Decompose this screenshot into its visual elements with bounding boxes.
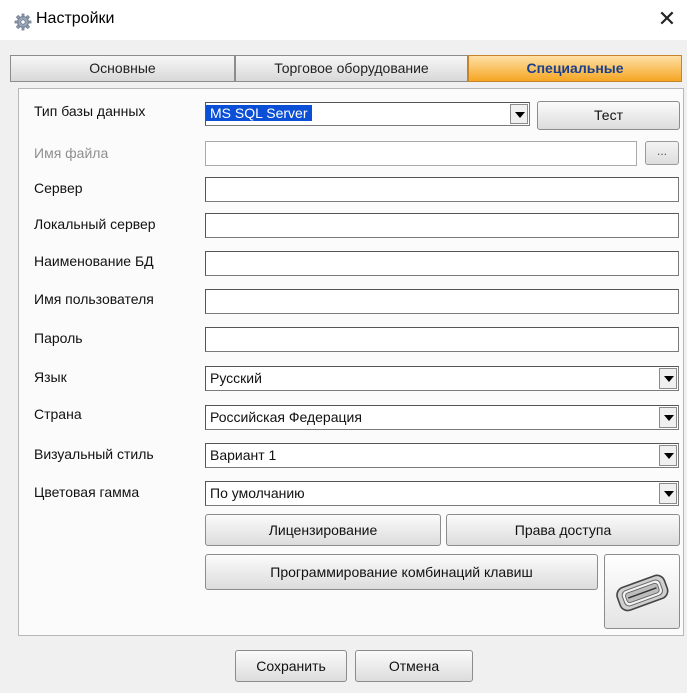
dropdown-arrow-icon[interactable] [659,368,677,389]
visual-style-label: Визуальный стиль [34,446,154,462]
language-label: Язык [34,369,67,385]
visual-style-select[interactable]: Вариант 1 [205,443,679,468]
close-icon[interactable]: ✕ [652,6,682,34]
db-type-select[interactable]: MS SQL Server [205,102,530,126]
title-bar: Настройки ✕ [0,0,687,40]
card-reader-icon [611,569,673,618]
db-type-value: MS SQL Server [206,105,312,121]
country-select[interactable]: Российская Федерация [205,405,679,430]
server-label: Сервер [34,180,83,196]
user-name-field[interactable] [205,289,679,314]
browse-button[interactable]: ... [645,141,679,165]
tab-special[interactable]: Специальные [468,55,682,82]
hotkeys-button[interactable]: Программирование комбинаций клавиш [205,554,598,590]
dropdown-arrow-icon[interactable] [510,104,528,124]
file-name-field[interactable] [205,141,637,166]
card-reader-button[interactable] [604,554,680,629]
test-button[interactable]: Тест [537,101,680,130]
db-type-label: Тип базы данных [34,103,146,119]
tab-bar: Основные Торговое оборудование Специальн… [10,55,682,82]
gear-icon [14,13,32,31]
db-name-label: Наименование БД [34,253,154,269]
user-name-label: Имя пользователя [34,291,154,307]
cancel-button[interactable]: Отмена [355,650,473,682]
color-scheme-select[interactable]: По умолчанию [205,481,679,506]
language-value: Русский [210,370,262,386]
access-rights-button[interactable]: Права доступа [446,514,680,546]
settings-window: Настройки ✕ Основные Торговое оборудован… [0,0,687,693]
dropdown-arrow-icon[interactable] [659,407,677,428]
local-server-label: Локальный сервер [34,216,156,232]
dropdown-arrow-icon[interactable] [659,445,677,466]
visual-style-value: Вариант 1 [210,447,277,463]
language-select[interactable]: Русский [205,366,679,391]
dropdown-arrow-icon[interactable] [659,483,677,504]
color-scheme-value: По умолчанию [210,485,305,501]
server-field[interactable] [205,177,679,202]
local-server-field[interactable] [205,213,679,238]
licensing-button[interactable]: Лицензирование [205,514,441,546]
country-label: Страна [34,406,82,422]
db-name-field[interactable] [205,251,679,276]
country-value: Российская Федерация [210,409,362,425]
file-name-label: Имя файла [34,145,109,161]
password-label: Пароль [34,330,83,346]
color-scheme-label: Цветовая гамма [34,484,140,500]
tab-basic[interactable]: Основные [10,55,235,82]
window-title: Настройки [36,10,115,27]
password-field[interactable] [205,327,679,352]
save-button[interactable]: Сохранить [235,650,347,682]
tab-trade-equipment[interactable]: Торговое оборудование [235,55,468,82]
